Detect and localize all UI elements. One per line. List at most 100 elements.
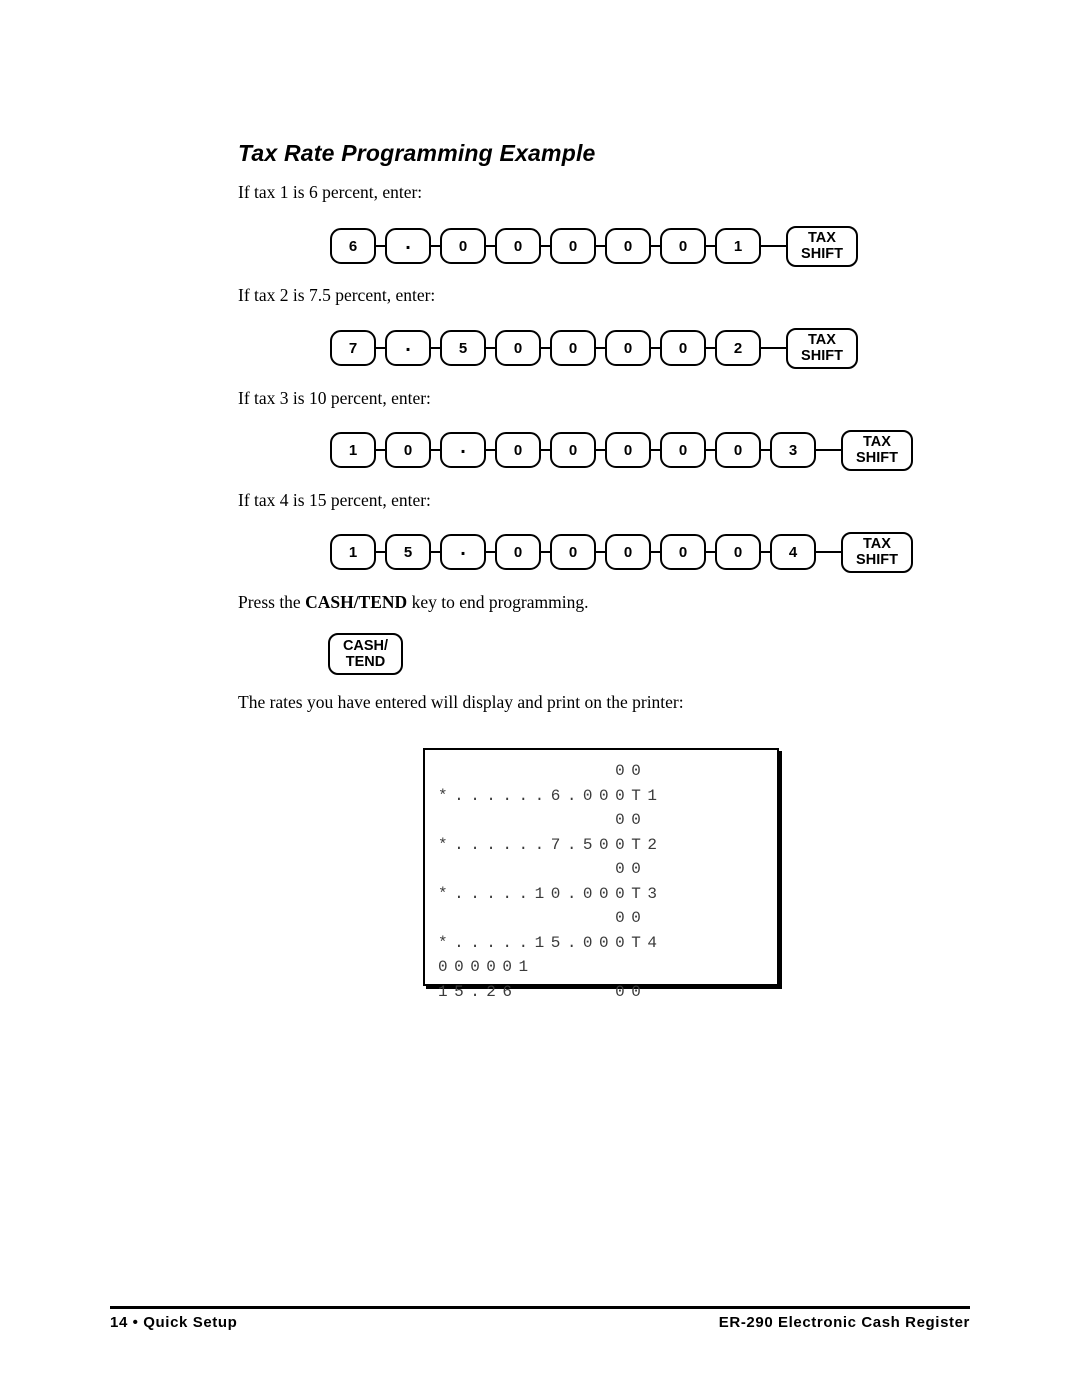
printer-note-text: The rates you have entered will display …	[238, 692, 684, 712]
key-connector	[431, 347, 440, 349]
step-2-text: If tax 2 is 7.5 percent, enter:	[238, 285, 436, 305]
key-connector	[376, 347, 385, 349]
key-tax-shift-line1: TAX	[863, 535, 891, 552]
key-tax-shift[interactable]: TAX SHIFT	[841, 531, 913, 573]
key-connector	[651, 449, 660, 451]
step-1-text: If tax 1 is 6 percent, enter:	[238, 182, 423, 202]
key-zero[interactable]: 0	[495, 534, 541, 570]
key-connector	[706, 449, 715, 451]
key-connector	[486, 551, 495, 553]
key-connector	[761, 347, 786, 349]
key-decimal[interactable]: .	[440, 432, 486, 468]
key-connector	[376, 551, 385, 553]
key-2[interactable]: 2	[715, 330, 761, 366]
manual-page: Tax Rate Programming Example If tax 1 is…	[0, 0, 1080, 1397]
key-zero[interactable]: 0	[605, 330, 651, 366]
key-decimal[interactable]: .	[385, 330, 431, 366]
key-tax-shift[interactable]: TAX SHIFT	[841, 429, 913, 471]
key-connector	[376, 245, 385, 247]
receipt-line: *.....10.000T3	[438, 884, 664, 903]
key-connector	[596, 449, 605, 451]
footer-left-text: 14 • Quick Setup	[110, 1314, 238, 1331]
key-sequence-tax-4: 1 5 . 0 0 0 0 0 4 TAX SHIFT	[330, 530, 913, 574]
key-connector	[651, 551, 660, 553]
key-3[interactable]: 3	[770, 432, 816, 468]
key-zero[interactable]: 0	[550, 432, 596, 468]
key-connector	[596, 245, 605, 247]
receipt-line: 00	[438, 762, 648, 780]
receipt-line: 00	[438, 811, 648, 829]
key-tax-shift[interactable]: TAX SHIFT	[786, 327, 858, 369]
key-tax-shift-line2: SHIFT	[856, 450, 898, 466]
key-sequence-tax-2: 7 . 5 0 0 0 0 2 TAX SHIFT	[330, 326, 858, 370]
key-zero[interactable]: 0	[550, 534, 596, 570]
key-connector	[706, 347, 715, 349]
key-connector	[706, 551, 715, 553]
key-tax-shift-line1: TAX	[808, 331, 836, 348]
key-zero[interactable]: 0	[495, 330, 541, 366]
key-tax-shift[interactable]: TAX SHIFT	[786, 225, 858, 267]
key-zero[interactable]: 0	[495, 228, 541, 264]
key-7[interactable]: 7	[330, 330, 376, 366]
receipt-line: 15.26 00	[438, 982, 648, 1001]
key-connector	[431, 551, 440, 553]
key-zero[interactable]: 0	[660, 330, 706, 366]
key-sequence-cash-tend: CASH/ TEND	[328, 632, 403, 676]
receipt-line: 000001	[438, 958, 535, 976]
key-connector	[541, 347, 550, 349]
key-zero[interactable]: 0	[660, 432, 706, 468]
receipt-line: *......6.000T1	[438, 786, 664, 805]
key-connector	[761, 551, 770, 553]
key-connector	[816, 449, 841, 451]
key-connector	[541, 551, 550, 553]
key-connector	[651, 245, 660, 247]
key-cash-tend[interactable]: CASH/ TEND	[328, 633, 403, 675]
key-cash-tend-line2: TEND	[345, 654, 386, 670]
key-sequence-tax-1: 6 . 0 0 0 0 0 1 TAX SHIFT	[330, 224, 858, 268]
key-tax-shift-line2: SHIFT	[801, 348, 843, 364]
key-connector	[816, 551, 841, 553]
key-connector	[431, 245, 440, 247]
key-6[interactable]: 6	[330, 228, 376, 264]
key-connector	[486, 347, 495, 349]
key-cash-tend-line1: CASH/	[342, 637, 389, 654]
key-connector	[761, 245, 786, 247]
key-zero[interactable]: 0	[715, 534, 761, 570]
key-1[interactable]: 1	[715, 228, 761, 264]
key-zero[interactable]: 0	[550, 330, 596, 366]
end-programming-text: Press the CASH/TEND key to end programmi…	[238, 592, 588, 613]
key-tax-shift-line1: TAX	[863, 433, 891, 450]
footer-divider	[110, 1306, 970, 1309]
key-zero[interactable]: 0	[550, 228, 596, 264]
key-1[interactable]: 1	[330, 534, 376, 570]
footer-right-text: ER-290 Electronic Cash Register	[718, 1314, 970, 1331]
key-connector	[761, 449, 770, 451]
key-4[interactable]: 4	[770, 534, 816, 570]
receipt-line: *......7.500T2	[438, 835, 664, 854]
key-connector	[541, 449, 550, 451]
key-sequence-tax-3: 1 0 . 0 0 0 0 0 3 TAX SHIFT	[330, 428, 913, 472]
key-decimal[interactable]: .	[385, 228, 431, 264]
end-programming-key-name: CASH/TEND	[305, 592, 408, 612]
key-tax-shift-line1: TAX	[808, 229, 836, 246]
key-zero[interactable]: 0	[605, 534, 651, 570]
key-zero[interactable]: 0	[605, 228, 651, 264]
key-zero[interactable]: 0	[605, 432, 651, 468]
key-0[interactable]: 0	[385, 432, 431, 468]
key-zero[interactable]: 0	[495, 432, 541, 468]
key-zero[interactable]: 0	[715, 432, 761, 468]
key-5[interactable]: 5	[385, 534, 431, 570]
key-connector	[706, 245, 715, 247]
key-connector	[486, 245, 495, 247]
key-zero[interactable]: 0	[660, 228, 706, 264]
key-decimal[interactable]: .	[440, 534, 486, 570]
step-4-text: If tax 4 is 15 percent, enter:	[238, 490, 431, 510]
key-1[interactable]: 1	[330, 432, 376, 468]
receipt-line: 00	[438, 860, 648, 878]
receipt-line: *.....15.000T4	[438, 933, 664, 952]
key-connector	[486, 449, 495, 451]
key-zero[interactable]: 0	[660, 534, 706, 570]
key-5[interactable]: 5	[440, 330, 486, 366]
key-zero[interactable]: 0	[440, 228, 486, 264]
key-connector	[376, 449, 385, 451]
